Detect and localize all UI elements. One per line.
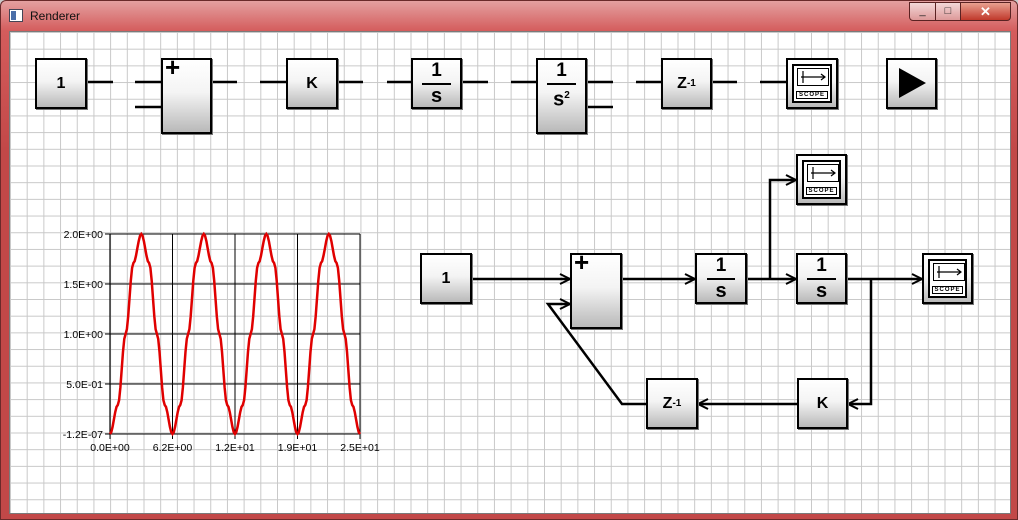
scope-icon: SCOPE [928, 259, 967, 298]
run-button[interactable] [886, 58, 937, 109]
integrator-denominator: s [815, 280, 828, 302]
integrator-numerator: 1 [431, 60, 442, 81]
y-tick-label: -1.2E-07 [63, 429, 103, 441]
y-tick-label: 1.5E+00 [64, 279, 104, 291]
x-tick-label: 6.2E+00 [153, 442, 193, 454]
exponent: 2 [564, 90, 570, 101]
x-tick-label: 0.0E+00 [90, 442, 130, 454]
palette-integrator-block[interactable]: 1 s [411, 58, 462, 109]
maximize-button[interactable]: □ [935, 2, 961, 21]
integrator-block-2[interactable]: 1 s [796, 253, 847, 304]
wire-integrator2-to-gain[interactable] [848, 279, 873, 404]
y-tick-label: 1.0E+00 [64, 329, 104, 341]
plus-sign: + [574, 247, 590, 277]
palette-gain-block[interactable]: K [286, 58, 338, 109]
integrator-block-1[interactable]: 1 s [695, 253, 747, 304]
integrator-denominator: s [715, 280, 727, 302]
palette-scope-block[interactable]: SCOPE [786, 58, 838, 109]
delay-label: Z -1 [648, 380, 696, 427]
double-integrator-denominator: s2 [538, 84, 585, 112]
title-bar[interactable]: Renderer _ □ ✕ [1, 1, 1017, 31]
z-symbol: Z [662, 394, 673, 412]
palette-double-integrator-block[interactable]: 1 s2 [536, 58, 587, 134]
constant-block[interactable]: 1 [420, 253, 472, 304]
unit-delay-block[interactable]: Z -1 [646, 378, 698, 429]
app-window: Renderer _ □ ✕ 1 + K 1 s 1 s2 Z -1 SCOPE… [0, 0, 1018, 520]
delay-label: Z -1 [663, 60, 710, 107]
constant-label: 1 [56, 74, 66, 92]
scope-plot: 0.0E+00 6.2E+00 1.2E+01 1.9E+01 2.5E+01 2.0E+… [63, 229, 380, 454]
plus-sign: + [165, 52, 181, 82]
x-tick-label: 1.2E+01 [215, 442, 255, 454]
exponent: -1 [672, 398, 682, 409]
integrator-numerator: 1 [816, 255, 827, 276]
sum-block[interactable]: + [570, 249, 622, 329]
scope-block-top[interactable]: SCOPE [796, 154, 847, 205]
double-integrator-numerator: 1 [556, 60, 567, 81]
scope-axes-icon [933, 263, 965, 281]
x-tick-label: 1.9E+01 [278, 442, 318, 454]
s-symbol: s [553, 88, 565, 111]
gain-label: K [306, 74, 318, 92]
minimize-button[interactable]: _ [909, 2, 936, 21]
scope-caption: SCOPE [796, 91, 828, 99]
exponent: -1 [686, 78, 696, 89]
play-icon [899, 68, 926, 98]
integrator-denominator: s [430, 85, 443, 107]
wire-integrator1-to-scope-top[interactable] [768, 180, 796, 279]
scope-caption: SCOPE [806, 187, 837, 195]
scope-block-right[interactable]: SCOPE [922, 253, 973, 304]
window-title: Renderer [30, 9, 81, 23]
diagram-canvas[interactable]: 1 + K 1 s 1 s2 Z -1 SCOPE 1 + 1 s 1 s SC… [9, 31, 1011, 514]
scope-axes-icon [807, 164, 839, 182]
palette-unit-delay-block[interactable]: Z -1 [661, 58, 712, 109]
close-button[interactable]: ✕ [960, 2, 1011, 21]
scope-icon: SCOPE [792, 64, 832, 103]
y-tick-label: 2.0E+00 [64, 229, 104, 241]
scope-caption: SCOPE [932, 286, 963, 294]
gain-block[interactable]: K [797, 378, 848, 429]
gain-label: K [816, 394, 829, 412]
scope-icon: SCOPE [802, 160, 841, 199]
integrator-numerator: 1 [715, 255, 727, 276]
palette-constant-block[interactable]: 1 [35, 58, 87, 109]
x-tick-label: 2.5E+01 [340, 442, 380, 454]
constant-label: 1 [441, 269, 451, 287]
window-icon [9, 9, 23, 22]
z-symbol: Z [677, 74, 687, 92]
palette-sum-block[interactable]: + [161, 54, 212, 134]
scope-axes-icon [797, 68, 829, 86]
y-tick-label: 5.0E-01 [66, 379, 103, 391]
